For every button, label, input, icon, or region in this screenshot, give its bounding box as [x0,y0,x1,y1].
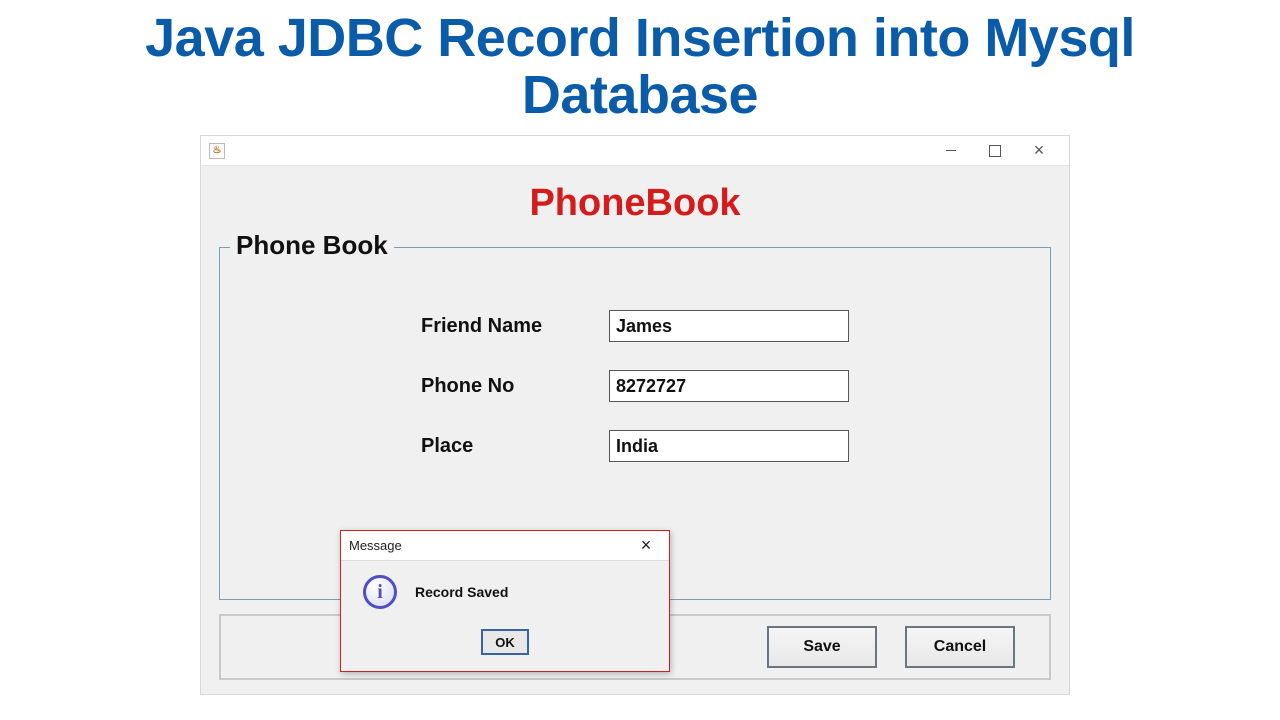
minimize-button[interactable] [929,137,973,165]
phone-no-input[interactable] [609,370,849,402]
window-controls: × [929,137,1061,165]
friend-name-input[interactable] [609,310,849,342]
app-title: PhoneBook [219,182,1051,225]
friend-name-label: Friend Name [421,315,581,338]
dialog-body: i Record Saved OK [341,561,669,671]
info-icon: i [363,575,397,609]
fieldset-legend: Phone Book [230,230,394,261]
form-grid: Friend Name Phone No Place [240,310,1030,462]
dialog-title: Message [349,538,402,553]
close-button[interactable]: × [1017,137,1061,165]
window-titlebar[interactable]: ♨ × [201,136,1069,166]
save-button[interactable]: Save [767,626,877,668]
dialog-ok-button[interactable]: OK [481,629,529,655]
cancel-button[interactable]: Cancel [905,626,1015,668]
dialog-message: Record Saved [415,584,508,600]
dialog-close-button[interactable]: × [631,535,661,556]
place-input[interactable] [609,430,849,462]
phone-no-label: Phone No [421,375,581,398]
dialog-titlebar[interactable]: Message × [341,531,669,561]
message-dialog: Message × i Record Saved OK [340,530,670,672]
maximize-button[interactable] [973,137,1017,165]
page-headline: Java JDBC Record Insertion into Mysql Da… [0,0,1280,129]
place-label: Place [421,435,581,458]
java-icon: ♨ [209,143,225,159]
